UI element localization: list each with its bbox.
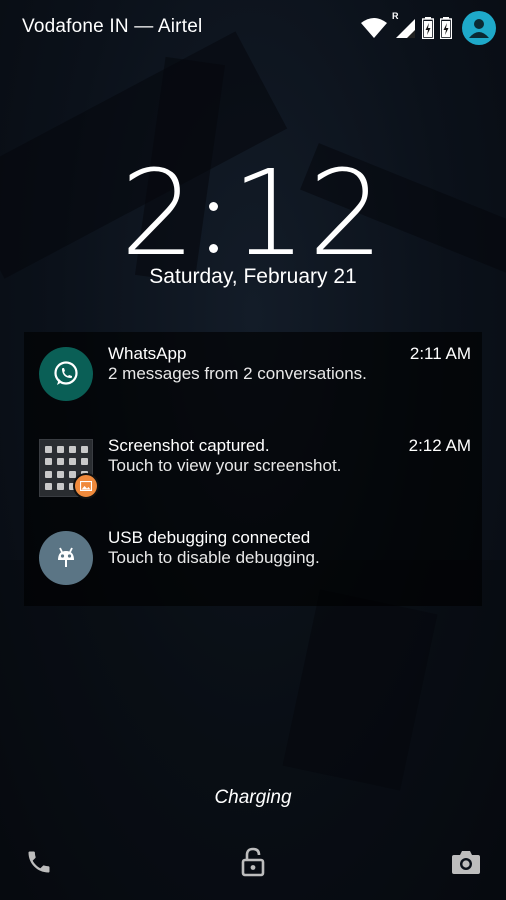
battery-charging-icon — [422, 17, 434, 39]
status-icons: R — [360, 10, 496, 46]
notification-list: WhatsApp 2 messages from 2 conversations… — [24, 332, 482, 606]
notification-text: Touch to disable debugging. — [108, 548, 320, 567]
notification-title: Screenshot captured. — [108, 436, 270, 455]
battery-charging-icon — [440, 17, 452, 39]
clock: 2 12 — [0, 148, 506, 278]
android-debug-icon — [39, 531, 93, 585]
notification-time: 2:12 AM — [408, 436, 471, 455]
date-label: Saturday, February 21 — [149, 265, 357, 288]
wifi-icon — [360, 17, 388, 39]
whatsapp-icon — [39, 347, 93, 401]
notification-title: USB debugging connected — [108, 528, 311, 547]
clock-minute: 12 — [231, 144, 386, 282]
signal-icon: R — [392, 11, 416, 39]
notification-text: 2 messages from 2 conversations. — [108, 364, 367, 383]
notification-usb-debugging[interactable]: USB debugging connected Touch to disable… — [24, 514, 482, 606]
notification-icon — [39, 531, 93, 585]
roaming-indicator: R — [392, 11, 399, 21]
user-avatar-icon[interactable] — [462, 11, 496, 45]
lock-icon[interactable] — [233, 842, 273, 882]
notification-icon — [39, 439, 99, 499]
clock-hour: 2 — [120, 144, 198, 282]
status-bar: Vodafone IN — Airtel R — [0, 0, 506, 56]
camera-icon[interactable] — [446, 842, 486, 882]
carrier-label: Vodafone IN — Airtel — [22, 16, 203, 37]
notification-screenshot[interactable]: Screenshot captured. Touch to view your … — [24, 422, 482, 514]
notification-icon — [39, 347, 93, 401]
clock-colon — [197, 172, 231, 272]
charging-label: Charging — [214, 787, 292, 808]
image-icon — [73, 473, 99, 499]
notification-title: WhatsApp — [108, 344, 187, 363]
notification-time: 2:11 AM — [409, 344, 471, 363]
notification-whatsapp[interactable]: WhatsApp 2 messages from 2 conversations… — [24, 332, 482, 422]
notification-text: Touch to view your screenshot. — [108, 456, 342, 475]
phone-icon[interactable] — [19, 842, 59, 882]
